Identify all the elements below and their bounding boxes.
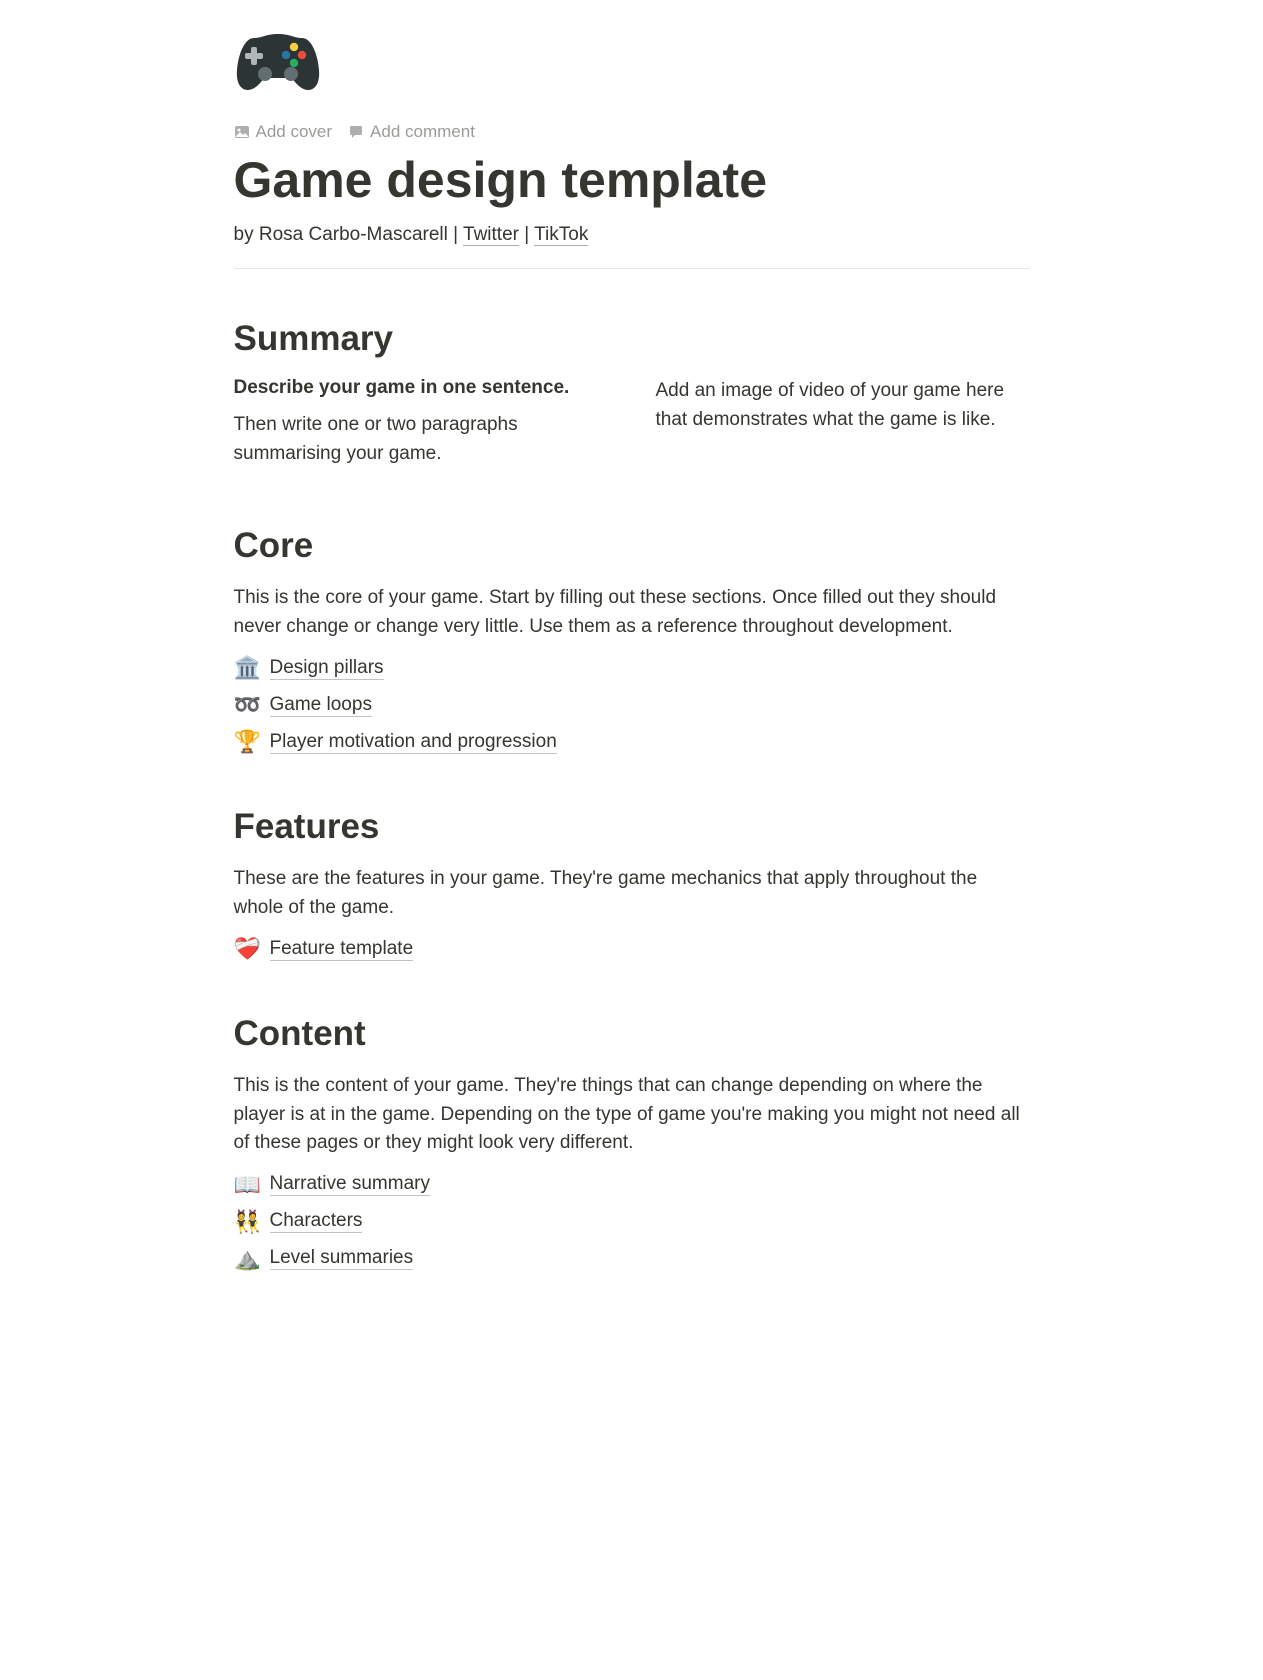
people-icon: 👯 (234, 1209, 260, 1235)
link-characters[interactable]: 👯 Characters (234, 1205, 1030, 1239)
core-heading[interactable]: Core (234, 526, 1030, 566)
loop-icon: ➿ (234, 692, 260, 718)
core-links: 🏛️ Design pillars ➿ Game loops 🏆 Player … (234, 651, 1030, 759)
summary-right[interactable]: Add an image of video of your game here … (656, 377, 1030, 478)
byline-prefix: by Rosa Carbo-Mascarell | (234, 224, 464, 245)
book-icon: 📖 (234, 1172, 260, 1198)
mountain-icon: ⛰️ (234, 1246, 260, 1272)
page-link-label: Design pillars (270, 657, 384, 680)
pillar-icon: 🏛️ (234, 655, 260, 681)
summary-media-note: Add an image of video of your game here … (656, 377, 1030, 434)
page-title[interactable]: Game design template (234, 150, 1030, 210)
add-cover-button[interactable]: Add cover (234, 120, 333, 144)
trophy-icon: 🏆 (234, 729, 260, 755)
add-comment-button[interactable]: Add comment (348, 120, 475, 144)
page-link-label: Characters (270, 1210, 363, 1233)
page-link-label: Game loops (270, 694, 372, 717)
content-links: 📖 Narrative summary 👯 Characters ⛰️ Leve… (234, 1168, 1030, 1276)
page-link-label: Narrative summary (270, 1173, 430, 1196)
summary-heading[interactable]: Summary (234, 319, 1030, 359)
summary-columns: Describe your game in one sentence. Then… (234, 377, 1030, 478)
link-game-loops[interactable]: ➿ Game loops (234, 688, 1030, 722)
link-level-summaries[interactable]: ⛰️ Level summaries (234, 1242, 1030, 1276)
page-link-label: Level summaries (270, 1247, 414, 1270)
page-link-label: Feature template (270, 938, 414, 961)
content-body[interactable]: This is the content of your game. They'r… (234, 1072, 1030, 1158)
page-link-label: Player motivation and progression (270, 731, 557, 754)
link-narrative-summary[interactable]: 📖 Narrative summary (234, 1168, 1030, 1202)
link-design-pillars[interactable]: 🏛️ Design pillars (234, 651, 1030, 685)
summary-left[interactable]: Describe your game in one sentence. Then… (234, 377, 608, 478)
comment-icon (348, 124, 364, 140)
add-comment-label: Add comment (370, 122, 475, 142)
twitter-link[interactable]: Twitter (463, 224, 519, 246)
byline: by Rosa Carbo-Mascarell | Twitter | TikT… (234, 224, 1030, 269)
features-body[interactable]: These are the features in your game. The… (234, 865, 1030, 922)
image-icon (234, 124, 250, 140)
summary-strong: Describe your game in one sentence. (234, 377, 608, 399)
core-body[interactable]: This is the core of your game. Start by … (234, 584, 1030, 641)
link-player-motivation[interactable]: 🏆 Player motivation and progression (234, 725, 1030, 759)
heart-icon: ❤️‍🩹 (234, 936, 260, 962)
features-heading[interactable]: Features (234, 807, 1030, 847)
page-actions: Add cover Add comment (234, 120, 1030, 144)
link-feature-template[interactable]: ❤️‍🩹 Feature template (234, 932, 1030, 966)
summary-body: Then write one or two paragraphs summari… (234, 411, 608, 468)
add-cover-label: Add cover (256, 122, 333, 142)
features-links: ❤️‍🩹 Feature template (234, 932, 1030, 966)
byline-sep: | (519, 224, 534, 245)
tiktok-link[interactable]: TikTok (534, 224, 588, 246)
page-icon[interactable] (234, 30, 322, 92)
content-heading[interactable]: Content (234, 1014, 1030, 1054)
